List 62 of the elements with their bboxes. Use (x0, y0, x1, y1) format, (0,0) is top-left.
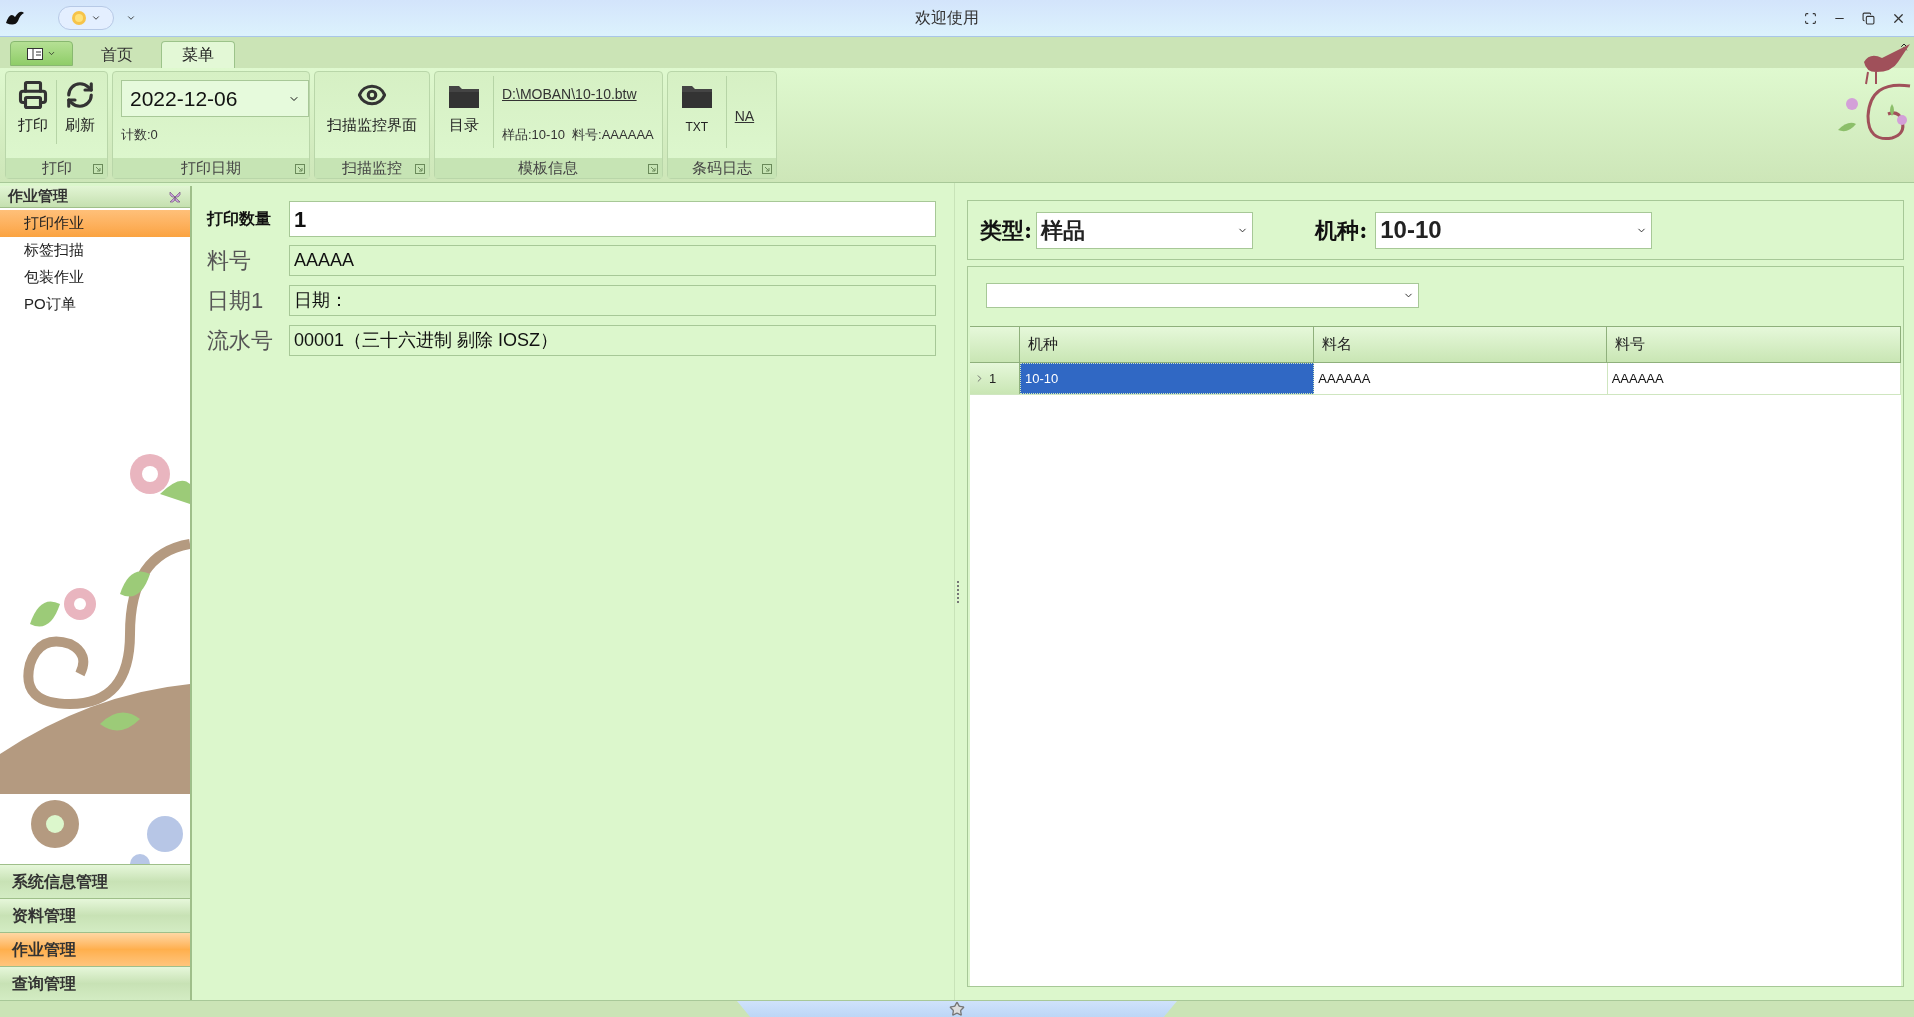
file-link[interactable]: D:\MOBAN\10-10.btw (502, 84, 654, 105)
row-number: 1 (989, 369, 997, 388)
panel-header: 作业管理 (8, 186, 68, 207)
panel-icon (27, 47, 43, 60)
launcher-icon (647, 164, 658, 174)
table-cell: 10-10 (1020, 363, 1315, 394)
launcher-icon (761, 164, 772, 174)
fullscreen-button[interactable] (1804, 11, 1817, 25)
nav-item[interactable]: 打印作业 (0, 210, 190, 237)
app-logo-icon (4, 9, 26, 27)
input-field[interactable]: 00001（三十六进制 剔除 IOSZ） (289, 325, 936, 356)
table-cell: AAAAAA (1314, 363, 1608, 394)
group-title: 打印 (41, 157, 72, 178)
date-dropdown[interactable]: 2022-12-06 (121, 80, 309, 117)
model-dropdown[interactable]: 10-10 (1375, 211, 1653, 249)
star-icon (949, 1001, 965, 1017)
nav-section-button[interactable]: 资料管理 (0, 898, 190, 932)
pin-button[interactable] (168, 189, 182, 204)
flower-icon (71, 10, 87, 26)
scan-monitor-button[interactable]: 扫描监控界面 (323, 76, 421, 148)
refresh-button[interactable]: 刷新 (61, 76, 99, 148)
field-label: 料号 (207, 247, 252, 275)
column-header: 机种 (1020, 327, 1314, 362)
group-title: 模板信息 (518, 157, 579, 178)
file-link[interactable]: NA (734, 108, 755, 124)
nav-section-button[interactable]: 查询管理 (0, 966, 190, 1000)
launcher-icon (93, 164, 103, 174)
info-text: 样品:10-10 料号:AAAAAA (502, 126, 654, 144)
window-title: 欢迎使用 (915, 8, 979, 28)
restore-button[interactable] (1862, 11, 1875, 25)
column-header: 料号 (1607, 327, 1901, 362)
model-label: 机种: (1315, 215, 1368, 245)
app-menu-button[interactable] (10, 41, 73, 66)
nav-item[interactable]: 标签扫描 (0, 237, 190, 264)
ribbon-tab[interactable]: 首页 (77, 41, 157, 68)
ribbon-tab[interactable]: 菜单 (161, 41, 235, 68)
refresh-icon (65, 80, 95, 110)
group-title: 打印日期 (181, 157, 241, 178)
folder-button[interactable]: TXT (675, 76, 718, 148)
type-label: 类型: (980, 215, 1033, 245)
print-button[interactable]: 打印 (14, 76, 52, 148)
field-label: 流水号 (207, 327, 274, 355)
field-label: 日期1 (207, 287, 265, 315)
input-field[interactable]: 日期： (289, 285, 936, 316)
nav-section-button[interactable]: 作业管理 (0, 932, 190, 966)
nav-item[interactable]: 包装作业 (0, 264, 190, 291)
nav-item[interactable]: PO订单 (0, 291, 190, 318)
input-field[interactable]: AAAAA (289, 245, 936, 276)
launcher-icon (415, 164, 425, 174)
splitter-handle[interactable] (957, 580, 960, 603)
group-title: 条码日志 (691, 157, 752, 178)
table-cell: AAAAAA (1607, 363, 1901, 394)
group-title: 扫描监控 (342, 157, 402, 178)
input-field[interactable]: 1 (289, 201, 936, 237)
folder-button[interactable]: 目录 (443, 76, 485, 148)
print-icon (18, 80, 48, 110)
type-dropdown[interactable]: 样品 (1036, 211, 1254, 249)
launcher-icon (295, 164, 305, 174)
column-header: 料名 (1313, 327, 1608, 362)
nav-section-button[interactable]: 系统信息管理 (0, 864, 190, 898)
field-label: 打印数量 (207, 209, 272, 229)
info-text: 计数:0 (121, 126, 159, 144)
